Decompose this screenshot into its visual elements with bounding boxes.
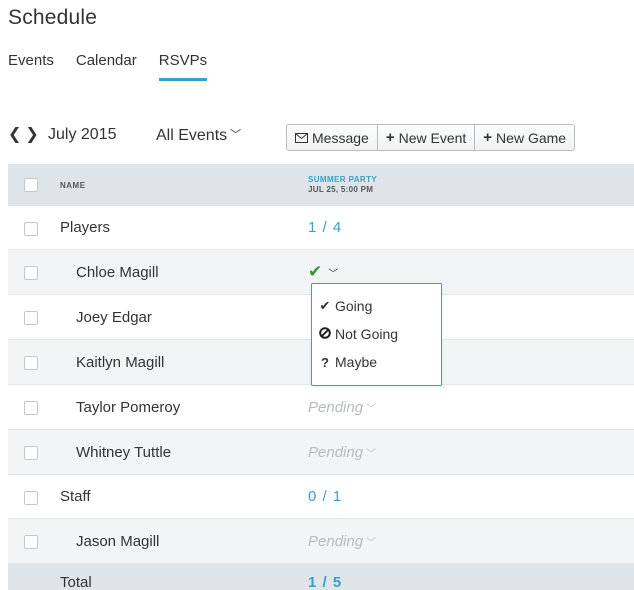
chevron-down-icon: ﹀ <box>366 403 377 415</box>
chevron-left-icon[interactable]: ❮ <box>8 127 21 143</box>
month-nav: ❮ ❯ <box>8 127 39 143</box>
row-checkbox[interactable] <box>24 401 38 415</box>
row-checkbox[interactable] <box>24 266 38 280</box>
event-filter-label: All Events <box>156 127 228 144</box>
rsvp-option-label: Going <box>335 298 373 314</box>
message-button-label: Message <box>312 129 369 146</box>
name-column-header: NAME <box>60 180 86 190</box>
message-button[interactable]: Message <box>287 125 378 150</box>
event-title: SUMMER PARTY <box>308 175 378 184</box>
rsvp-status-going[interactable]: ✔ ﹀ <box>308 262 338 282</box>
tab-rsvps[interactable]: RSVPs <box>158 52 208 81</box>
row-checkbox[interactable] <box>24 446 38 460</box>
total-count: 1 / 5 <box>308 573 343 590</box>
table-header: NAME SUMMER PARTY JUL 25, 5:00 PM <box>8 164 634 206</box>
rsvp-pending-label: Pending <box>308 532 364 550</box>
rsvp-count: 1 / 4 <box>308 219 343 236</box>
rsvp-option-label: Not Going <box>335 326 399 342</box>
table-row: Staff 0 / 1 <box>8 475 634 519</box>
chevron-down-icon: ﹀ <box>328 268 339 280</box>
plus-icon: + <box>483 129 493 146</box>
tab-events[interactable]: Events <box>8 52 54 81</box>
envelope-icon <box>295 132 308 143</box>
row-checkbox[interactable] <box>24 222 38 236</box>
chevron-down-icon: ﹀ <box>366 448 377 460</box>
table-row: Jason Magill Pending ﹀ <box>8 519 634 564</box>
table-row: Taylor Pomeroy Pending ﹀ <box>8 385 634 430</box>
tab-bar: Events Calendar RSVPs <box>8 52 208 81</box>
chevron-right-icon[interactable]: ❯ <box>25 127 38 143</box>
page-title: Schedule <box>8 6 98 29</box>
tab-calendar[interactable]: Calendar <box>76 52 137 81</box>
select-all-checkbox[interactable] <box>24 178 38 192</box>
check-icon: ✔ <box>319 298 331 313</box>
rsvp-status-pending[interactable]: Pending ﹀ <box>308 399 376 416</box>
table-row: Whitney Tuttle Pending ﹀ <box>8 430 634 475</box>
rsvp-status-pending[interactable]: Pending ﹀ <box>308 444 376 461</box>
rsvp-option-not-going[interactable]: Not Going <box>312 320 441 348</box>
event-column-header[interactable]: SUMMER PARTY JUL 25, 5:00 PM <box>308 164 377 206</box>
new-game-button[interactable]: + New Game <box>475 125 575 150</box>
rsvp-option-label: Maybe <box>335 354 378 370</box>
event-filter-dropdown[interactable]: All Events ﹀ <box>156 126 241 145</box>
member-name: Whitney Tuttle <box>76 443 172 461</box>
not-allowed-icon <box>318 326 332 342</box>
rsvp-pending-label: Pending <box>308 443 364 461</box>
event-date: JUL 25, 5:00 PM <box>308 185 374 194</box>
row-checkbox[interactable] <box>24 535 38 549</box>
total-label: Total <box>60 573 92 590</box>
rsvp-status-menu: ✔ Going Not Going ? Maybe <box>311 283 442 386</box>
chevron-down-icon: ﹀ <box>366 537 377 549</box>
row-checkbox[interactable] <box>24 311 38 325</box>
action-buttons: Message + New Event + New Game <box>286 124 576 151</box>
new-event-button-label: New Event <box>398 129 467 146</box>
table-row: Players 1 / 4 <box>8 206 634 250</box>
question-icon: ? <box>321 354 329 370</box>
member-name: Chloe Magill <box>76 263 159 281</box>
group-name: Players <box>60 219 111 236</box>
new-event-button[interactable]: + New Event <box>377 125 476 150</box>
check-icon: ✔ <box>308 262 323 281</box>
chevron-down-icon: ﹀ <box>230 129 242 141</box>
rsvp-option-maybe[interactable]: ? Maybe <box>312 348 441 376</box>
group-name: Staff <box>60 488 91 505</box>
rsvp-option-going[interactable]: ✔ Going <box>312 292 441 320</box>
month-label: July 2015 <box>48 126 117 143</box>
rsvp-count: 0 / 1 <box>308 488 343 505</box>
rsvp-status-pending[interactable]: Pending ﹀ <box>308 533 376 550</box>
row-checkbox[interactable] <box>24 356 38 370</box>
rsvp-pending-label: Pending <box>308 398 364 416</box>
member-name: Joey Edgar <box>76 308 152 326</box>
new-game-button-label: New Game <box>496 129 567 146</box>
member-name: Jason Magill <box>76 532 160 550</box>
member-name: Kaitlyn Magill <box>76 353 165 371</box>
toolbar: ❮ ❯ July 2015 All Events ﹀ Message + New … <box>8 124 628 152</box>
row-checkbox[interactable] <box>24 491 38 505</box>
total-row: Total 1 / 5 <box>8 564 634 590</box>
member-name: Taylor Pomeroy <box>76 398 181 416</box>
plus-icon: + <box>385 129 395 146</box>
